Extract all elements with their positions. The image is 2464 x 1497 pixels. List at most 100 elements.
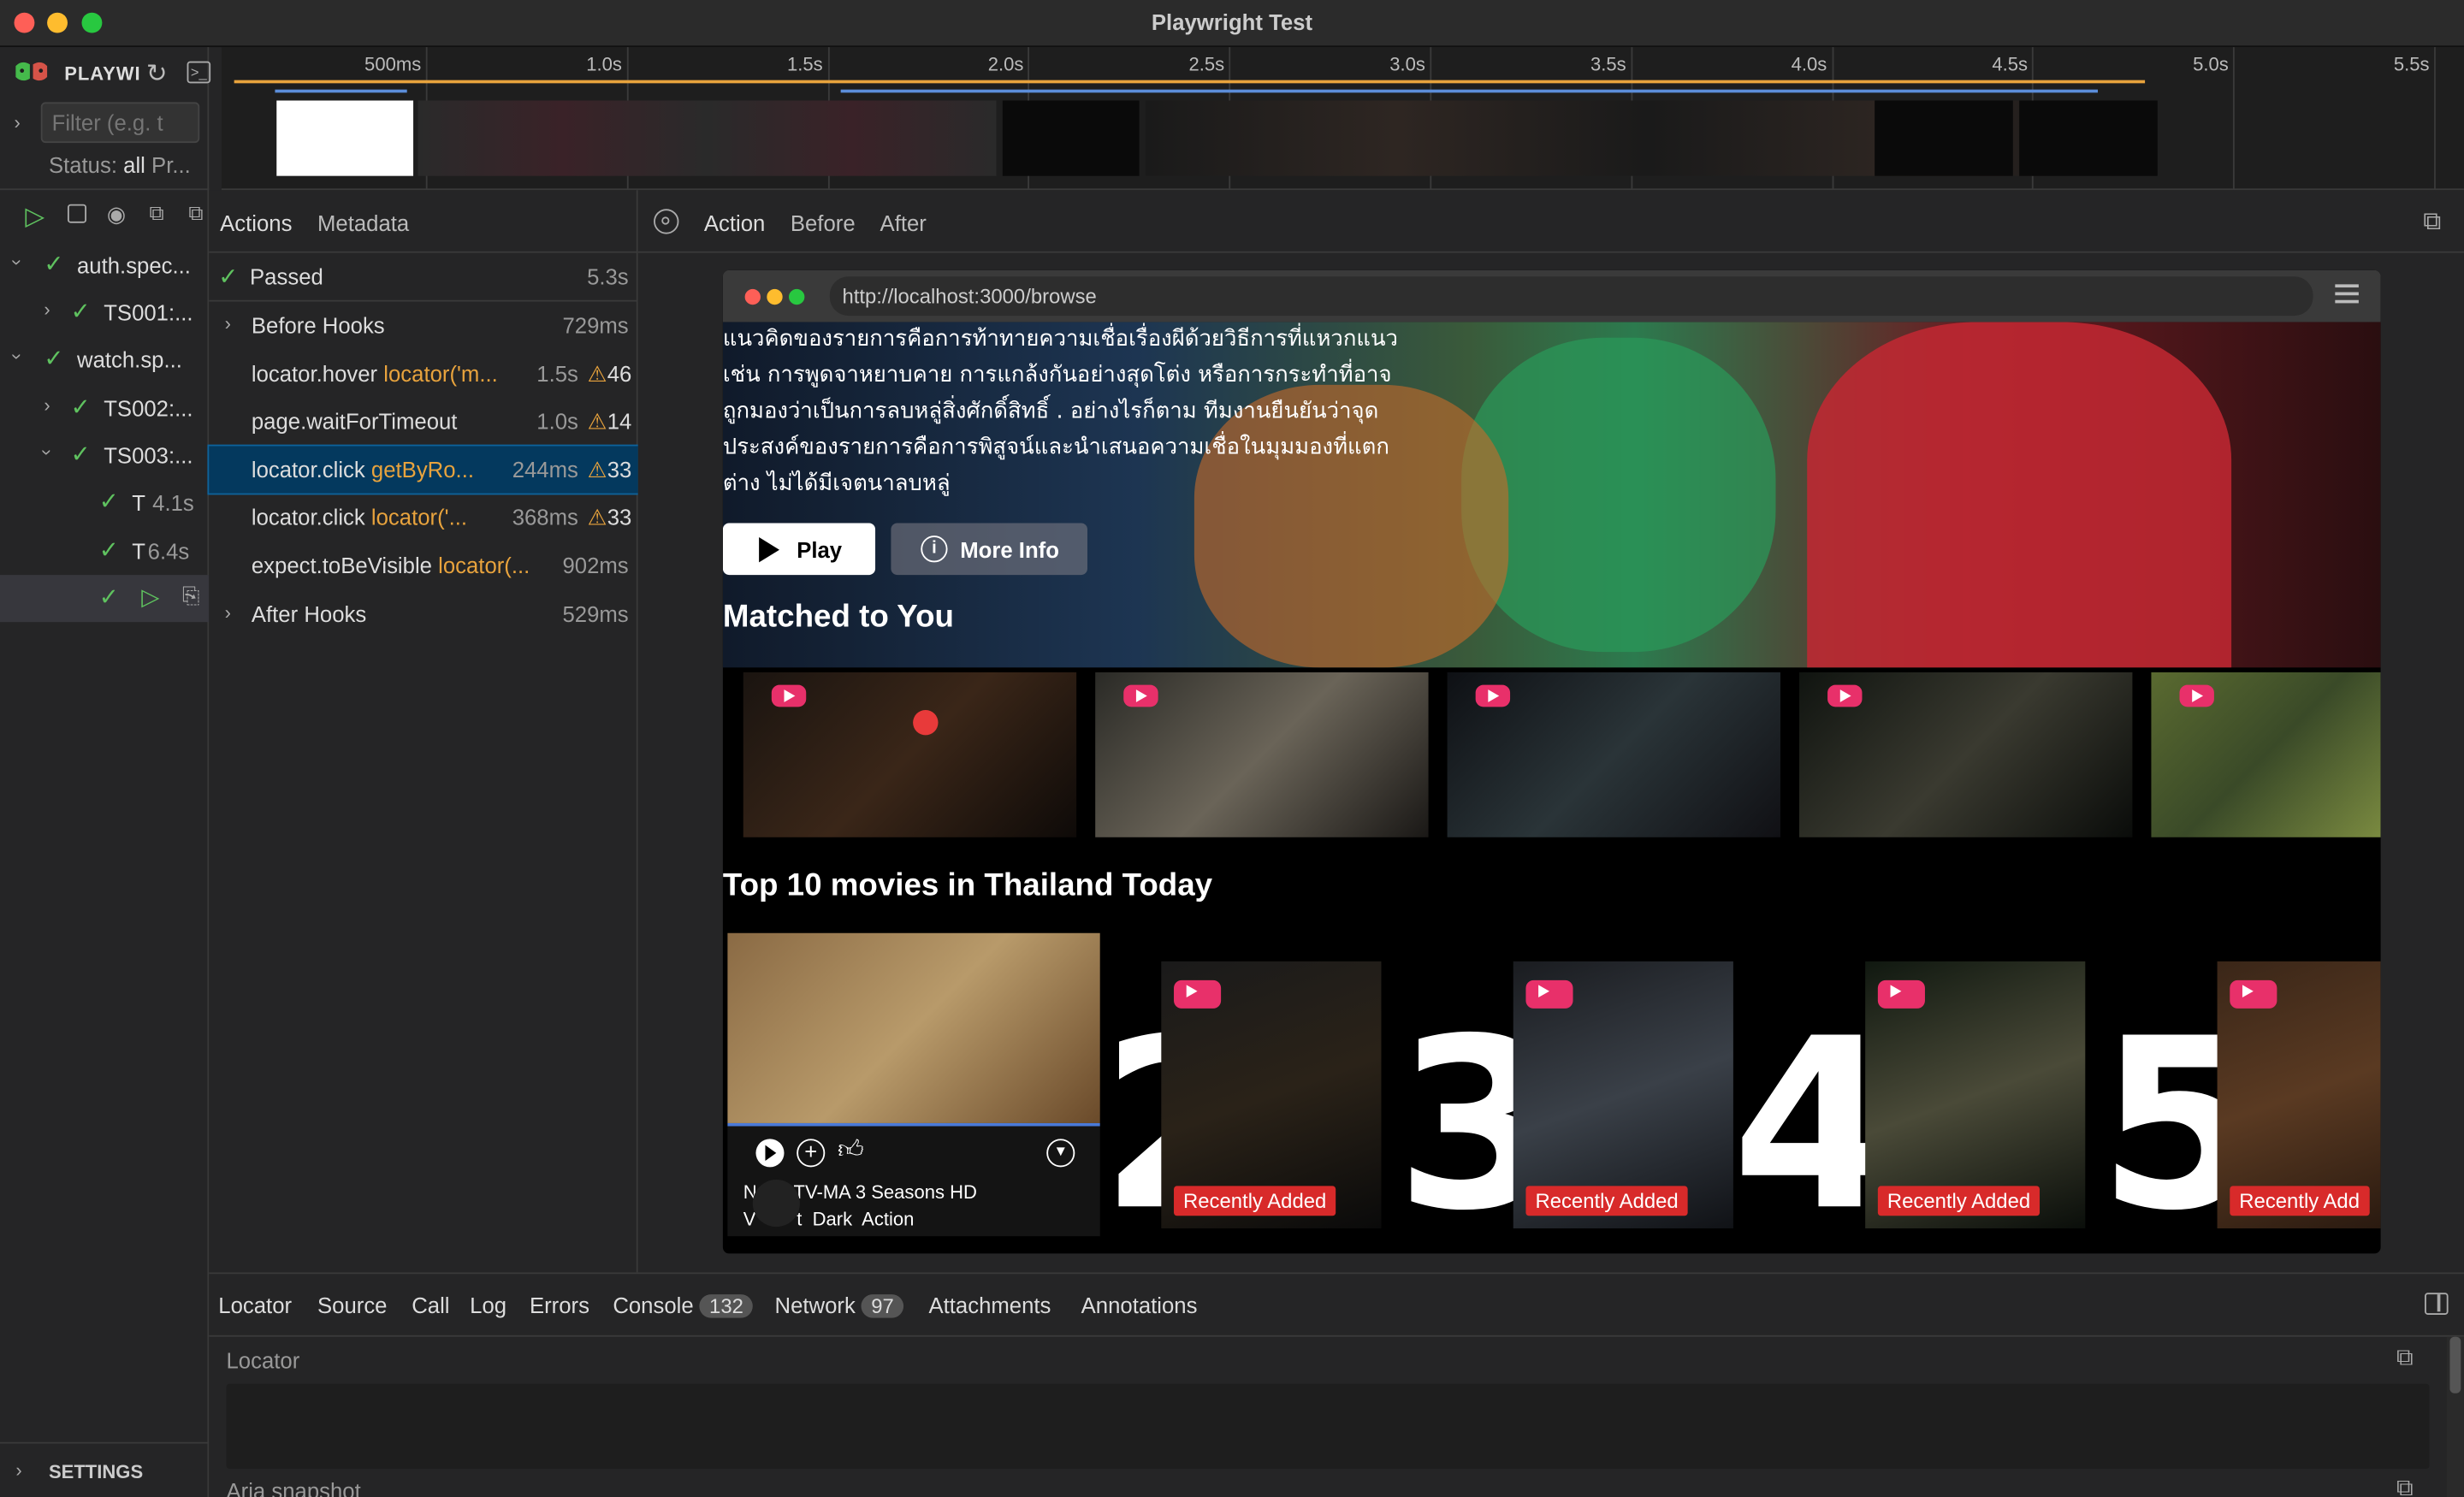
open-source-icon[interactable]: ⎘	[182, 583, 200, 609]
chevron-down-icon: ›	[36, 449, 58, 456]
tab-before[interactable]: Before	[791, 210, 856, 235]
toggle-layout-icon[interactable]	[2425, 1293, 2449, 1315]
tab-locator[interactable]: Locator	[218, 1293, 292, 1317]
tab-metadata[interactable]: Metadata	[317, 210, 409, 235]
card-quality: HD	[950, 1180, 977, 1204]
expanded-card-preview[interactable]	[727, 932, 1100, 1127]
hero-banner: แนวคิดของรายการคือการท้าทายความเชื่อเรื่…	[722, 322, 2381, 668]
more-info-button[interactable]: i More Info	[891, 523, 1087, 576]
top10-card[interactable]: Recently Added	[1865, 961, 2086, 1228]
chevron-right-icon: ›	[44, 393, 50, 417]
action-hook-row[interactable]: › After Hooks 529ms	[209, 590, 637, 637]
tab-log[interactable]: Log	[470, 1293, 506, 1317]
terminal-icon[interactable]: >_	[187, 61, 211, 84]
copy-icon[interactable]: ⧉	[2396, 1345, 2414, 1371]
run-status-time: 5.3s	[587, 263, 629, 289]
matched-card[interactable]	[1447, 672, 1780, 837]
tree-item-time: 6.4s	[147, 538, 190, 565]
tab-console[interactable]: Console 132	[613, 1293, 753, 1318]
top10-card[interactable]: Recently Add	[2217, 961, 2381, 1228]
recently-added-badge: Recently Added	[1174, 1186, 1336, 1216]
filmstrip-frame[interactable]	[1002, 100, 1140, 176]
settings-section[interactable]: SETTINGS	[49, 1461, 143, 1483]
chevron-right-icon[interactable]: ›	[15, 1459, 21, 1482]
card-play-icon[interactable]	[755, 1139, 785, 1168]
copy-icon[interactable]: ⧉	[2396, 1475, 2414, 1497]
filmstrip-frame[interactable]	[1875, 100, 2013, 176]
tree-item-test-3-selected[interactable]: ✓ ▷ ⎘	[0, 575, 210, 623]
action-duration: 1.5s	[536, 360, 578, 386]
tree-item-test-2[interactable]: ✓ T 6.4s	[0, 528, 209, 575]
filmstrip-frame[interactable]	[276, 100, 414, 176]
tab-label: Network	[774, 1293, 856, 1318]
action-name: locator.click	[251, 505, 365, 530]
collapse-all-icon[interactable]: ⧉	[149, 201, 163, 226]
timeline[interactable]: 500ms 1.0s 1.5s 2.0s 2.5s 3.0s 3.5s 4.0s 4.5s 5.0…	[221, 47, 2464, 191]
youtube-icon	[1475, 684, 1511, 707]
tab-annotations[interactable]: Annotations	[1081, 1293, 1198, 1317]
timeline-tick-line	[2233, 47, 2236, 191]
timeline-tick-label: 2.0s	[987, 53, 1024, 76]
youtube-icon	[1827, 684, 1863, 707]
watch-eye-icon[interactable]: ◉	[107, 201, 126, 228]
reload-icon[interactable]: ↻	[146, 58, 168, 90]
tab-action[interactable]: Action	[704, 210, 765, 235]
card-genres: t Dark Action	[797, 1208, 915, 1230]
tab-call[interactable]: Call	[412, 1293, 449, 1317]
action-row[interactable]: locator.hover locator('m... 1.5s ⚠46	[209, 350, 637, 397]
action-hook-row[interactable]: › Before Hooks 729ms	[209, 302, 637, 349]
timeline-tick-label: 5.5s	[2393, 53, 2430, 76]
timeline-tick-label: 4.0s	[1791, 53, 1827, 76]
locator-editor[interactable]	[226, 1383, 2430, 1469]
tab-source[interactable]: Source	[317, 1293, 387, 1317]
action-row[interactable]: page.waitForTimeout 1.0s ⚠14	[209, 398, 637, 445]
expand-details-icon[interactable]: ▾	[1046, 1139, 1075, 1168]
run-all-icon[interactable]: ▷	[25, 201, 44, 233]
tab-network[interactable]: Network 97	[774, 1293, 903, 1318]
tree-item-watch-spec[interactable]: › ✓ watch.sp...	[0, 336, 209, 383]
thumbs-up-icon[interactable]: 👍︎	[838, 1136, 864, 1166]
tree-item-auth-spec[interactable]: › ✓ auth.spec...	[0, 242, 209, 289]
action-row[interactable]: locator.click locator('... 368ms ⚠33	[209, 494, 637, 541]
add-to-list-icon[interactable]: +	[797, 1139, 826, 1168]
tab-attachments[interactable]: Attachments	[928, 1293, 1051, 1317]
expand-all-icon[interactable]: ⧉	[188, 201, 203, 226]
filmstrip-frame[interactable]	[2019, 100, 2158, 176]
filmstrip-frame[interactable]	[418, 100, 997, 176]
action-row[interactable]: locator.click getByRo... 244ms ⚠33	[207, 444, 640, 495]
stop-icon[interactable]	[67, 204, 87, 223]
status-filter[interactable]: Status: all Pr...	[49, 152, 191, 177]
scrollbar[interactable]	[2446, 1336, 2464, 1497]
locator-heading: Locator	[226, 1347, 300, 1373]
passed-check-icon: ✓	[44, 345, 64, 373]
passed-check-icon: ✓	[218, 263, 239, 291]
passed-check-icon: ✓	[44, 251, 64, 279]
timeline-action-bar	[234, 80, 2146, 84]
tab-errors[interactable]: Errors	[530, 1293, 589, 1317]
play-button[interactable]: Play	[722, 523, 876, 576]
tree-item-ts003[interactable]: › ✓ TS003:...	[0, 432, 209, 479]
tab-after[interactable]: After	[880, 210, 927, 235]
run-test-icon[interactable]: ▷	[141, 583, 159, 611]
youtube-icon	[2179, 684, 2214, 707]
filter-input[interactable]	[40, 102, 200, 144]
browser-menu-icon[interactable]	[2335, 284, 2359, 304]
matched-card[interactable]	[743, 672, 1077, 837]
matched-card[interactable]	[1799, 672, 2133, 837]
pick-locator-icon[interactable]	[654, 209, 679, 234]
tree-item-ts002[interactable]: › ✓ TS002:...	[0, 385, 209, 432]
action-duration: 529ms	[562, 601, 629, 626]
top10-card[interactable]: Recently Added	[1513, 961, 1733, 1228]
tree-item-test-1[interactable]: ✓ T 4.1s	[0, 479, 209, 526]
open-external-icon[interactable]: ⧉	[2423, 209, 2441, 237]
matched-card[interactable]	[1095, 672, 1429, 837]
matched-card[interactable]	[2151, 672, 2381, 837]
passed-check-icon: ✓	[98, 537, 119, 565]
tab-actions[interactable]: Actions	[220, 210, 292, 235]
action-duration: 902ms	[562, 553, 629, 578]
top10-card[interactable]: Recently Added	[1161, 961, 1382, 1228]
chevron-right-icon[interactable]: ›	[15, 111, 21, 133]
action-duration: 244ms	[512, 456, 578, 482]
action-row[interactable]: expect.toBeVisible locator(... 902ms	[209, 542, 637, 589]
tree-item-ts001[interactable]: › ✓ TS001:...	[0, 289, 209, 336]
